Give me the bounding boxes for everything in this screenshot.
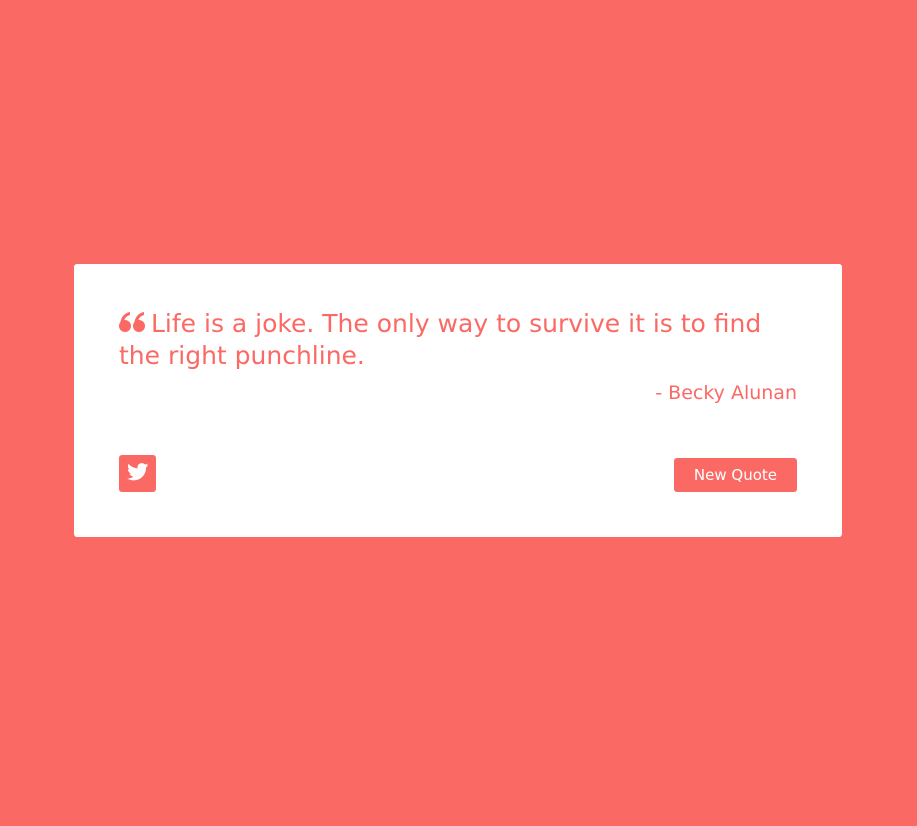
quote-author: - Becky Alunan <box>655 382 797 404</box>
new-quote-button[interactable]: New Quote <box>673 458 797 492</box>
quote-left-icon <box>119 309 145 332</box>
quote-text: Life is a joke. The only way to survive … <box>119 309 762 370</box>
page: Life is a joke. The only way to survive … <box>0 0 917 826</box>
quote-text-block: Life is a joke. The only way to survive … <box>119 308 797 372</box>
twitter-icon <box>126 462 149 485</box>
quote-card: Life is a joke. The only way to survive … <box>74 264 842 537</box>
tweet-quote-button[interactable] <box>119 455 156 492</box>
